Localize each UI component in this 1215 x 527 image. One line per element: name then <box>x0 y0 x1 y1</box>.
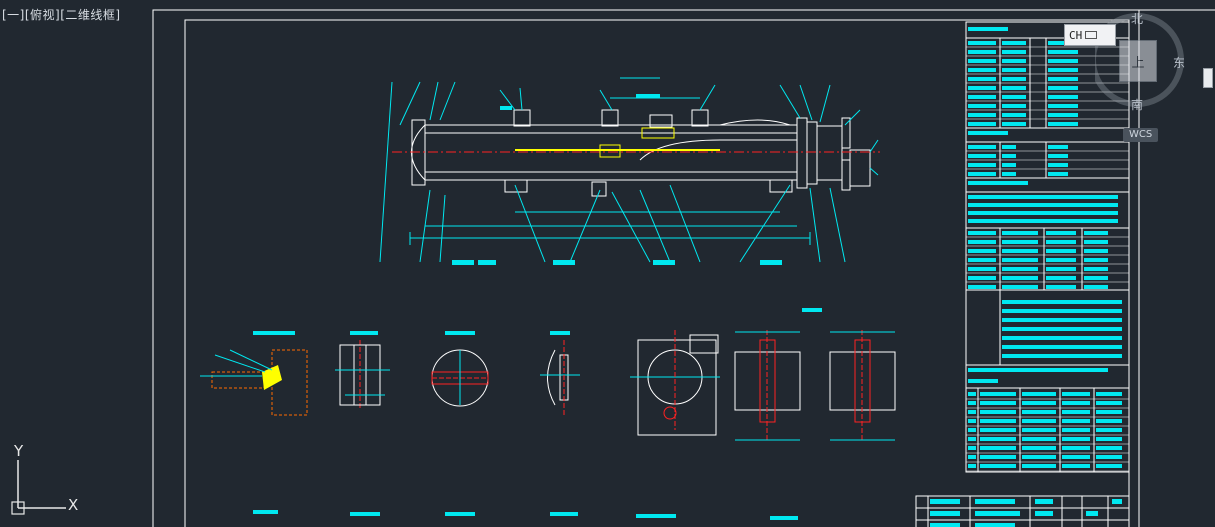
detail-view-2 <box>335 331 390 410</box>
detail-view-5 <box>630 330 720 436</box>
compass-south[interactable]: 南 <box>1131 96 1143 113</box>
compass-north[interactable]: 北 <box>1131 10 1143 27</box>
ucs-icon: Y X <box>6 442 86 520</box>
ucs-y-label: Y <box>14 442 24 460</box>
ime-indicator[interactable]: CH <box>1064 24 1116 46</box>
detail-view-3 <box>431 331 489 407</box>
ucs-x-label: X <box>68 496 79 514</box>
compass-east[interactable]: 东 <box>1173 54 1185 71</box>
wcs-menu[interactable]: WCS <box>1123 128 1159 142</box>
detail-view-6 <box>734 308 822 441</box>
detail-view-4 <box>540 331 580 415</box>
viewcube-top-face[interactable]: 上 <box>1119 40 1157 82</box>
drawing-canvas[interactable] <box>0 0 1215 527</box>
vessel-main-view <box>411 109 871 197</box>
ime-language: CH <box>1069 28 1083 42</box>
detail-view-1 <box>200 331 308 416</box>
dimension-annotations <box>379 77 879 263</box>
detail-view-7 <box>829 330 896 441</box>
keyboard-icon <box>1085 31 1098 39</box>
scroll-arrow-icon[interactable] <box>1203 68 1213 88</box>
